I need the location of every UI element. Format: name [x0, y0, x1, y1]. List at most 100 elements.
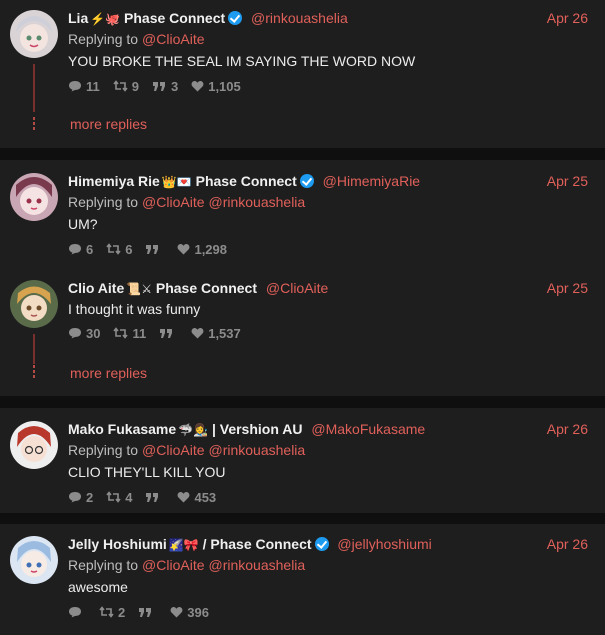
- display-name[interactable]: Himemiya Rie: [68, 173, 160, 189]
- tweet-stats: 6 6 1,298: [68, 241, 240, 257]
- thread-card: Lia ⚡🐙 Phase Connect @rinkouashelia Apr 2…: [0, 0, 605, 148]
- heart-icon: [191, 328, 204, 339]
- quote-icon: [139, 607, 152, 617]
- verified-icon: [314, 537, 329, 551]
- handle[interactable]: @MakoFukasame: [311, 421, 425, 437]
- like-count: 1,298: [194, 241, 228, 257]
- reply-count: 6: [86, 241, 94, 257]
- like-button[interactable]: 1,105: [191, 79, 241, 94]
- like-button[interactable]: 1,537: [191, 326, 241, 341]
- avatar[interactable]: [10, 421, 58, 469]
- tweet-stats: 2 396: [68, 604, 222, 620]
- mention-link[interactable]: @rinkouashelia: [209, 557, 306, 573]
- mention-link[interactable]: @ClioAite: [142, 31, 204, 47]
- reply-count: 11: [86, 78, 100, 94]
- more-replies-link[interactable]: more replies: [70, 365, 147, 381]
- tweet-date[interactable]: Apr 25: [547, 278, 588, 298]
- tweet-text: YOU BROKE THE SEAL IM SAYING THE WORD NO…: [68, 53, 416, 69]
- thread-line: [33, 64, 35, 112]
- retweet-button[interactable]: 4: [106, 490, 132, 505]
- reply-count: 30: [86, 325, 101, 341]
- quote-button[interactable]: [145, 492, 164, 503]
- reply-button[interactable]: 6: [68, 242, 93, 257]
- reply-button[interactable]: [68, 606, 86, 618]
- tweet-header: Lia ⚡🐙 Phase Connect @rinkouashelia: [68, 8, 348, 28]
- retweet-button[interactable]: 11: [113, 326, 146, 341]
- retweet-count: 4: [125, 489, 133, 505]
- replying-label: Replying to: [68, 194, 139, 210]
- tweet-header: Himemiya Rie 👑💌 Phase Connect @HimemiyaRi…: [68, 171, 420, 191]
- mention-link[interactable]: @ClioAite: [142, 557, 204, 573]
- replying-label: Replying to: [68, 557, 139, 573]
- tweet-date[interactable]: Apr 26: [547, 8, 588, 28]
- replying-to: Replying to @ClioAite @rinkouashelia: [68, 440, 305, 460]
- retweet-button[interactable]: 2: [99, 605, 125, 620]
- reply-button[interactable]: 30: [68, 326, 100, 341]
- retweet-button[interactable]: 6: [106, 242, 132, 257]
- tweet-date[interactable]: Apr 26: [547, 419, 588, 439]
- mention-link[interactable]: @rinkouashelia: [209, 194, 306, 210]
- handle[interactable]: @rinkouashelia: [251, 10, 348, 26]
- retweet-icon: [106, 243, 121, 255]
- affiliation: Phase Connect: [155, 280, 257, 296]
- comment-icon: [69, 81, 81, 92]
- avatar[interactable]: [10, 10, 58, 58]
- tweet-date[interactable]: Apr 26: [547, 534, 588, 554]
- more-replies-dots: [32, 117, 36, 132]
- tweet-header: Mako Fukasame 🦈👩‍🎨 | Vershion AU @MakoFuk…: [68, 419, 425, 439]
- retweet-count: 11: [132, 325, 147, 341]
- handle[interactable]: @jellyhoshiumi: [337, 536, 431, 552]
- thread-card: Jelly Hoshiumi 🌠🎀 / Phase Connect @jellyh…: [0, 524, 605, 635]
- affiliation: | Vershion AU: [211, 421, 303, 437]
- quote-button[interactable]: 3: [152, 79, 178, 94]
- handle[interactable]: @ClioAite: [266, 280, 328, 296]
- quote-button[interactable]: [159, 328, 178, 339]
- name-emoji: 🌠🎀: [168, 538, 199, 552]
- reply-button[interactable]: 11: [68, 79, 100, 94]
- tweet-date[interactable]: Apr 25: [547, 171, 588, 191]
- quote-button[interactable]: [145, 244, 164, 255]
- avatar[interactable]: [10, 280, 58, 328]
- tweet-header: Clio Aite 📜⚔ Phase Connect @ClioAite: [68, 278, 328, 298]
- thread-card: Himemiya Rie 👑💌 Phase Connect @HimemiyaRi…: [0, 160, 605, 396]
- replying-to: Replying to @ClioAite @rinkouashelia: [68, 555, 305, 575]
- retweet-icon: [99, 606, 114, 618]
- quote-icon: [160, 328, 173, 338]
- affiliation: Phase Connect: [195, 173, 297, 189]
- more-replies-link[interactable]: more replies: [70, 116, 147, 132]
- tweet-text: UM?: [68, 216, 98, 232]
- affiliation: Phase Connect: [124, 10, 226, 26]
- thread-line: [33, 334, 35, 364]
- mention-link[interactable]: @rinkouashelia: [209, 442, 306, 458]
- avatar[interactable]: [10, 173, 58, 221]
- retweet-button[interactable]: 9: [113, 79, 139, 94]
- retweet-count: 9: [131, 78, 139, 94]
- heart-icon: [178, 244, 190, 255]
- verified-icon: [228, 11, 243, 25]
- display-name[interactable]: Mako Fukasame: [68, 421, 176, 437]
- quote-icon: [152, 81, 165, 91]
- mention-link[interactable]: @ClioAite: [142, 442, 204, 458]
- replying-to: Replying to @ClioAite @rinkouashelia: [68, 192, 305, 212]
- comment-icon: [69, 328, 81, 339]
- quote-icon: [146, 244, 159, 254]
- mention-link[interactable]: @ClioAite: [142, 194, 204, 210]
- handle[interactable]: @HimemiyaRie: [323, 173, 420, 189]
- like-button[interactable]: 453: [177, 490, 216, 505]
- avatar[interactable]: [10, 536, 58, 584]
- tweet-text: CLIO THEY'LL KILL YOU: [68, 464, 226, 480]
- name-emoji: ⚡🐙: [90, 12, 121, 26]
- like-count: 453: [194, 489, 217, 505]
- retweet-icon: [113, 327, 129, 339]
- replying-label: Replying to: [68, 442, 139, 458]
- reply-button[interactable]: 2: [68, 490, 93, 505]
- comment-icon: [69, 492, 81, 503]
- display-name[interactable]: Clio Aite: [68, 280, 124, 296]
- like-button[interactable]: 396: [170, 605, 209, 620]
- retweet-icon: [106, 491, 121, 503]
- like-count: 1,105: [208, 78, 241, 94]
- quote-button[interactable]: [138, 607, 157, 618]
- display-name[interactable]: Jelly Hoshiumi: [68, 536, 167, 552]
- like-button[interactable]: 1,298: [177, 242, 227, 257]
- display-name[interactable]: Lia: [68, 10, 88, 26]
